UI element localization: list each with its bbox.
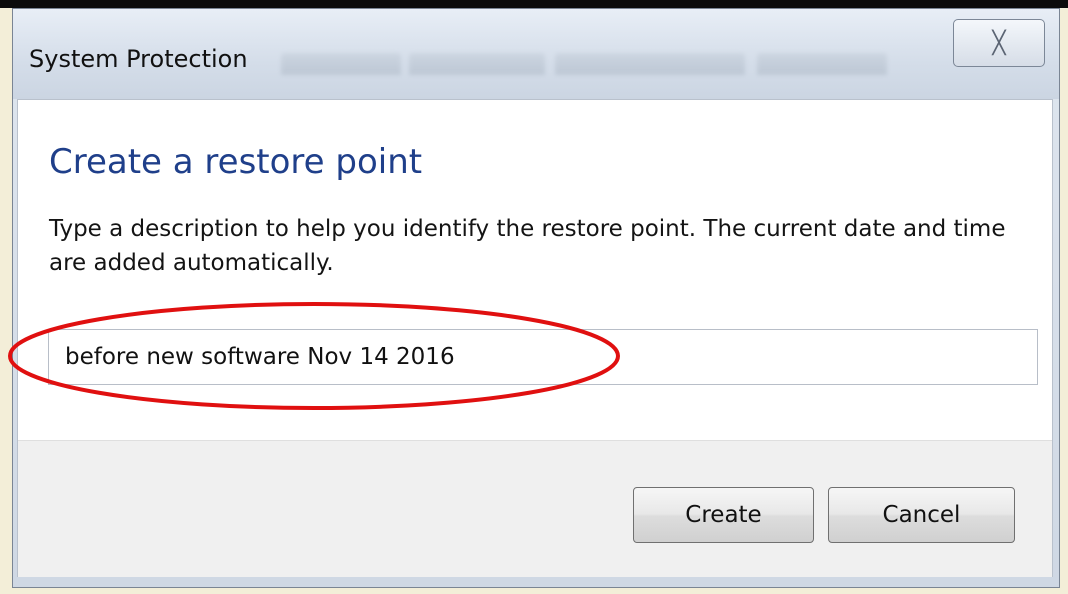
- restore-point-description-input[interactable]: before new software Nov 14 2016: [48, 329, 1038, 385]
- dialog-description: Type a description to help you identify …: [49, 216, 1006, 276]
- background-tab: [757, 53, 887, 75]
- close-icon: ╳: [992, 30, 1006, 56]
- top-border: [0, 0, 1068, 8]
- button-bar: Create Cancel: [18, 440, 1052, 577]
- dialog-heading: Create a restore point: [49, 142, 423, 182]
- close-button[interactable]: ╳: [953, 19, 1045, 67]
- dialog-content: Create a restore point Type a descriptio…: [17, 99, 1053, 577]
- system-protection-dialog: System Protection ╳ Create a restore poi…: [12, 8, 1060, 588]
- screenshot-stage: System Protection ╳ Create a restore poi…: [0, 0, 1068, 594]
- create-button[interactable]: Create: [633, 487, 814, 543]
- background-tab: [281, 53, 401, 75]
- window-title: System Protection: [29, 45, 248, 73]
- background-tab: [409, 53, 545, 75]
- background-tab: [555, 53, 745, 75]
- background-tabs: [281, 43, 961, 87]
- title-bar: System Protection ╳: [13, 9, 1059, 99]
- cancel-button[interactable]: Cancel: [828, 487, 1015, 543]
